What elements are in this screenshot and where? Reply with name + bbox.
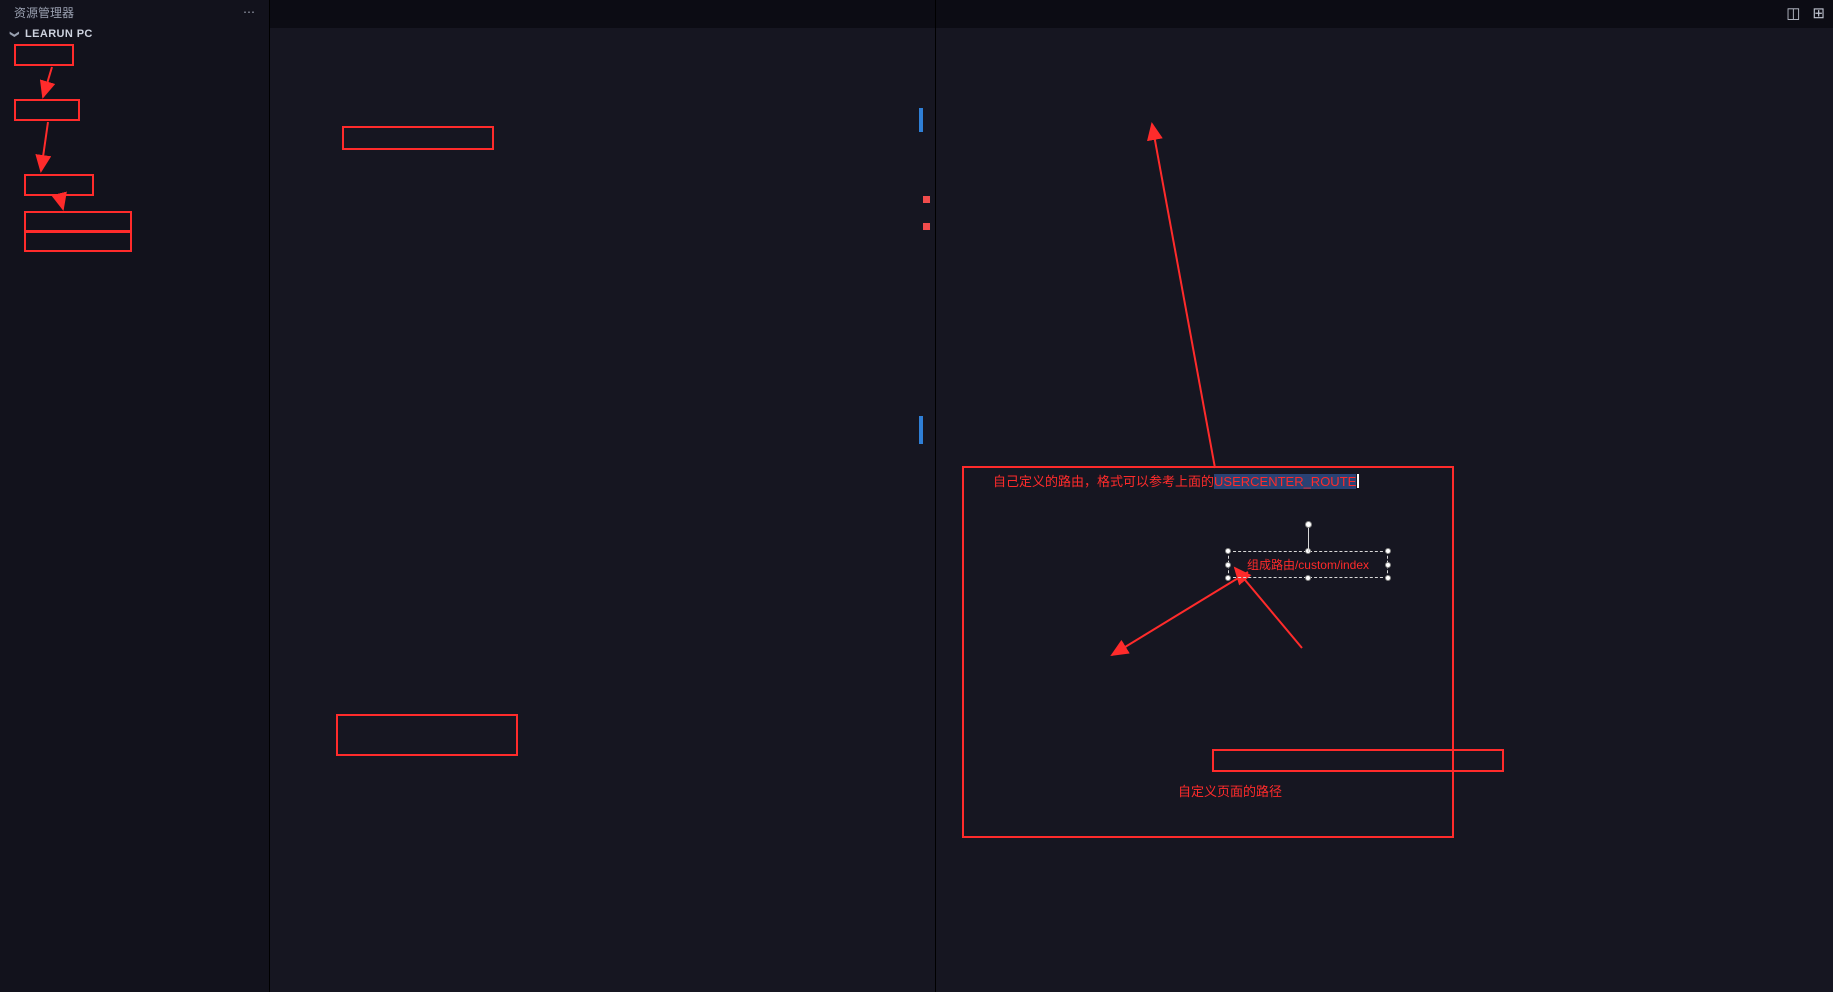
- editor-layout-icon[interactable]: ⊞: [1812, 4, 1825, 22]
- tab-bar: [270, 0, 935, 28]
- chevron-down-icon: ❯: [9, 28, 20, 41]
- code-editor[interactable]: [270, 48, 935, 992]
- explorer-header: 资源管理器 ⋯: [0, 0, 269, 24]
- overview-mark-error: [923, 196, 930, 203]
- explorer-title: 资源管理器: [14, 4, 74, 21]
- tab-bar: [936, 0, 1833, 28]
- project-section-header[interactable]: ❯ LEARUN PC: [0, 24, 269, 44]
- more-actions-icon[interactable]: ⋯: [243, 5, 255, 19]
- vscode-window: 资源管理器 ⋯ ❯ LEARUN PC ◫ ⊞: [0, 0, 1833, 992]
- overview-mark-modified: [919, 108, 923, 132]
- project-name: LEARUN PC: [25, 28, 93, 40]
- explorer-sidebar: 资源管理器 ⋯ ❯ LEARUN PC: [0, 0, 270, 992]
- breadcrumb[interactable]: [270, 28, 935, 48]
- code-editor[interactable]: [936, 48, 1833, 992]
- overview-mark-error: [923, 223, 930, 230]
- split-editor-icon[interactable]: ◫: [1786, 4, 1800, 22]
- editor-group-right: [935, 0, 1833, 992]
- overview-mark-modified: [919, 416, 923, 444]
- breadcrumb[interactable]: [936, 28, 1833, 48]
- editor-group-middle: [270, 0, 935, 992]
- window-actions: ◫ ⊞: [1786, 4, 1825, 22]
